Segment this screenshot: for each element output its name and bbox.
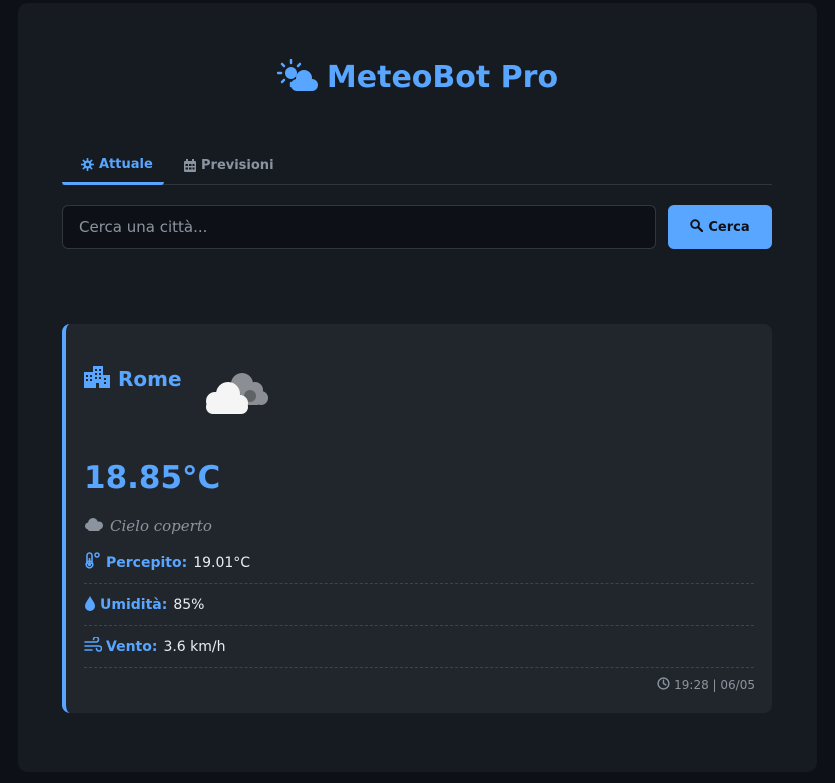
gear-icon [81, 157, 94, 171]
calendar-icon [184, 159, 196, 172]
droplet-icon [84, 595, 96, 615]
thermometer-icon [84, 552, 102, 573]
search-button-label: Cerca [708, 219, 750, 235]
weather-description: Cielo coperto [84, 517, 212, 535]
cloud-icon [84, 517, 104, 535]
detail-row-wind: Vento: 3.6 km/h [84, 626, 754, 668]
search-icon [690, 218, 704, 236]
app-title-text: MeteoBot Pro [326, 59, 559, 95]
city-header: Rome [84, 366, 182, 392]
tab-bar: Attuale Previsioni [62, 146, 772, 185]
wind-icon [84, 635, 103, 657]
city-icon [84, 366, 110, 392]
detail-row-feels-like: Percepito: 19.01°C [84, 542, 754, 584]
search-input[interactable] [62, 205, 656, 249]
detail-row-humidity: Umidità: 85% [84, 584, 754, 626]
tab-label: Attuale [99, 156, 153, 172]
tab-previsioni[interactable]: Previsioni [164, 146, 294, 185]
updated-timestamp: 19:28 | 06/05 [657, 677, 755, 693]
app-container: MeteoBot Pro Attuale Previsioni Cerca un… [18, 3, 817, 772]
tab-attuale[interactable]: Attuale [62, 146, 164, 185]
detail-label: Umidità: [100, 596, 168, 613]
weather-card: Rome 18.85°C Cielo coperto Percepito: 19… [62, 324, 772, 713]
cloudy-icon [198, 368, 272, 422]
detail-label: Vento: [106, 638, 158, 655]
detail-label: Percepito: [106, 554, 188, 571]
city-name: Rome [118, 367, 182, 391]
description-text: Cielo coperto [110, 517, 212, 535]
sun-cloud-icon [276, 59, 319, 95]
clock-icon [657, 677, 670, 693]
temperature: 18.85°C [84, 460, 221, 496]
detail-value: 3.6 km/h [163, 638, 226, 655]
search-button[interactable]: Cerca [668, 205, 772, 249]
app-title: MeteoBot Pro [18, 59, 817, 95]
detail-value: 19.01°C [193, 554, 251, 571]
timestamp-text: 19:28 | 06/05 [674, 678, 755, 692]
tab-label: Previsioni [201, 158, 274, 173]
detail-value: 85% [173, 596, 205, 613]
